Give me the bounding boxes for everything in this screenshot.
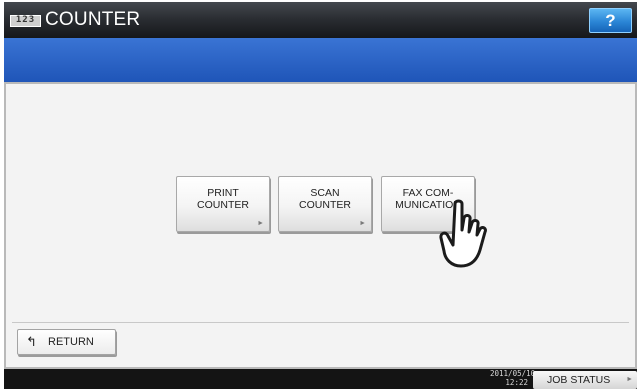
triangle-right-icon: ► — [359, 220, 366, 227]
time-text: 12:22 — [505, 378, 528, 387]
title-bar: 123 COUNTER ? — [4, 2, 637, 38]
counter-icon: 123 — [10, 15, 41, 27]
message-band — [4, 38, 637, 82]
triangle-right-icon: ► — [626, 376, 633, 383]
job-status-button[interactable]: JOB STATUS ► — [533, 371, 637, 389]
divider — [12, 322, 629, 323]
counter-icon-text: 123 — [15, 15, 36, 25]
print-counter-button[interactable]: PRINT COUNTER ► — [176, 176, 270, 232]
scan-counter-button[interactable]: SCAN COUNTER ► — [278, 176, 372, 232]
scan-counter-label: SCAN COUNTER — [299, 187, 351, 211]
datetime-display: 2011/05/10 12:22 — [490, 369, 536, 387]
help-button[interactable]: ? — [589, 8, 632, 33]
main-content: PRINT COUNTER ► SCAN COUNTER ► FAX COM- … — [4, 82, 637, 369]
triangle-right-icon: ► — [257, 220, 264, 227]
counter-screen: 123 COUNTER ? PRINT COUNTER ► SCAN COUNT… — [4, 2, 637, 389]
return-button[interactable]: ↰ RETURN — [17, 329, 116, 355]
pointing-hand-icon — [439, 199, 487, 268]
date-text: 2011/05/10 — [490, 369, 536, 378]
status-bar: 2011/05/10 12:22 JOB STATUS ► — [4, 369, 637, 389]
page-title: COUNTER — [45, 9, 141, 30]
job-status-label: JOB STATUS — [547, 374, 611, 386]
return-arrow-icon: ↰ — [26, 334, 37, 349]
print-counter-label: PRINT COUNTER — [197, 187, 249, 211]
return-label: RETURN — [48, 336, 94, 348]
